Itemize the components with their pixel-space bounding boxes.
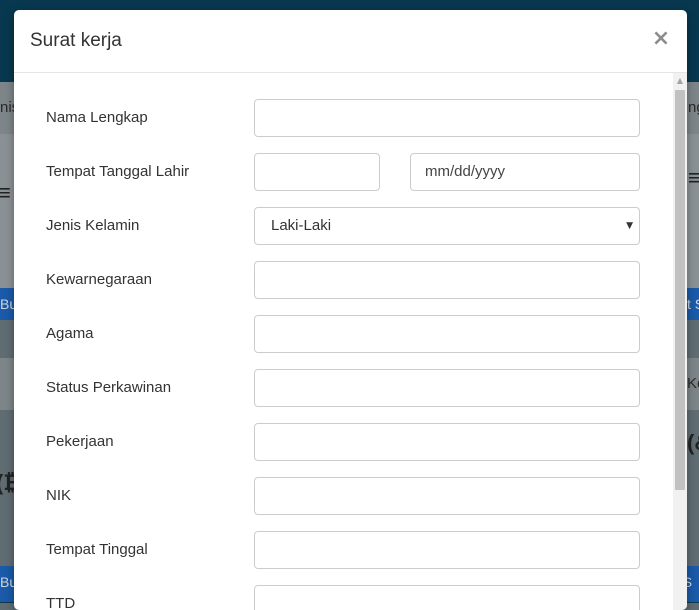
form-row-status-perkawinan: Status Perkawinan — [14, 369, 664, 407]
background-card-left — [0, 134, 14, 294]
label-tempat-tinggal: Tempat Tinggal — [46, 541, 148, 558]
background-button-left: Bu — [0, 288, 14, 320]
label-nik: NIK — [46, 487, 72, 504]
modal-header: Surat kerja × — [14, 10, 687, 73]
label-status-perkawinan: Status Perkawinan — [46, 379, 172, 396]
form-row-nik: NIK — [14, 477, 664, 515]
agama-input[interactable] — [254, 315, 640, 353]
form-row-agama: Agama — [14, 315, 664, 353]
label-tempat-tanggal-lahir: Tempat Tanggal Lahir — [46, 163, 190, 180]
background-button-right: t S — [687, 288, 699, 320]
label-pekerjaan: Pekerjaan — [46, 433, 114, 450]
surat-kerja-modal: Surat kerja × Nama Lengkap Tempat Tangga… — [14, 10, 687, 610]
background-nav-right-text: ng — [688, 99, 699, 116]
background-card-right — [687, 134, 699, 294]
form-row-nama-lengkap: Nama Lengkap — [14, 99, 664, 137]
kewarnegaraan-input[interactable] — [254, 261, 640, 299]
background-decoration-left: ≡ — [0, 180, 11, 205]
close-button[interactable]: × — [650, 25, 672, 53]
scroll-up-arrow-icon[interactable]: ▲ — [673, 73, 687, 88]
background-decoration-right-2: (&) — [687, 430, 699, 455]
tempat-tinggal-input[interactable] — [254, 531, 640, 569]
label-jenis-kelamin: Jenis Kelamin — [46, 217, 140, 234]
nik-input[interactable] — [254, 477, 640, 515]
modal-scrollbar[interactable]: ▲ — [673, 73, 687, 610]
background-band-right-text: Ke — [687, 375, 699, 392]
jenis-kelamin-selected-value: Laki-Laki — [271, 217, 332, 234]
modal-title: Surat kerja — [30, 30, 122, 51]
nama-lengkap-input[interactable] — [254, 99, 640, 137]
form-row-tempat-tanggal-lahir: Tempat Tanggal Lahir mm/dd/yyyy — [14, 153, 664, 191]
jenis-kelamin-select[interactable]: Laki-Laki ▼ — [254, 207, 640, 245]
pekerjaan-input[interactable] — [254, 423, 640, 461]
caret-down-icon: ▼ — [626, 221, 633, 231]
tempat-lahir-input[interactable] — [254, 153, 380, 191]
label-nama-lengkap: Nama Lengkap — [46, 109, 148, 126]
tanggal-lahir-date-input[interactable]: mm/dd/yyyy — [410, 153, 640, 191]
form-row-tempat-tinggal: Tempat Tinggal — [14, 531, 664, 569]
status-perkawinan-input[interactable] — [254, 369, 640, 407]
label-agama: Agama — [46, 325, 94, 342]
scrollbar-thumb[interactable] — [675, 90, 685, 490]
form-row-jenis-kelamin: Jenis Kelamin Laki-Laki ▼ — [14, 207, 664, 245]
form-row-kewarnegaraan: Kewarnegaraan — [14, 261, 664, 299]
ttd-input[interactable] — [254, 585, 640, 610]
form-row-ttd: TTD — [14, 585, 664, 610]
label-kewarnegaraan: Kewarnegaraan — [46, 271, 152, 288]
form-row-pekerjaan: Pekerjaan — [14, 423, 664, 461]
modal-body: Nama Lengkap Tempat Tanggal Lahir mm/dd/… — [14, 73, 687, 610]
background-decoration-right: ≡ — [688, 165, 699, 190]
close-icon: × — [651, 26, 671, 51]
